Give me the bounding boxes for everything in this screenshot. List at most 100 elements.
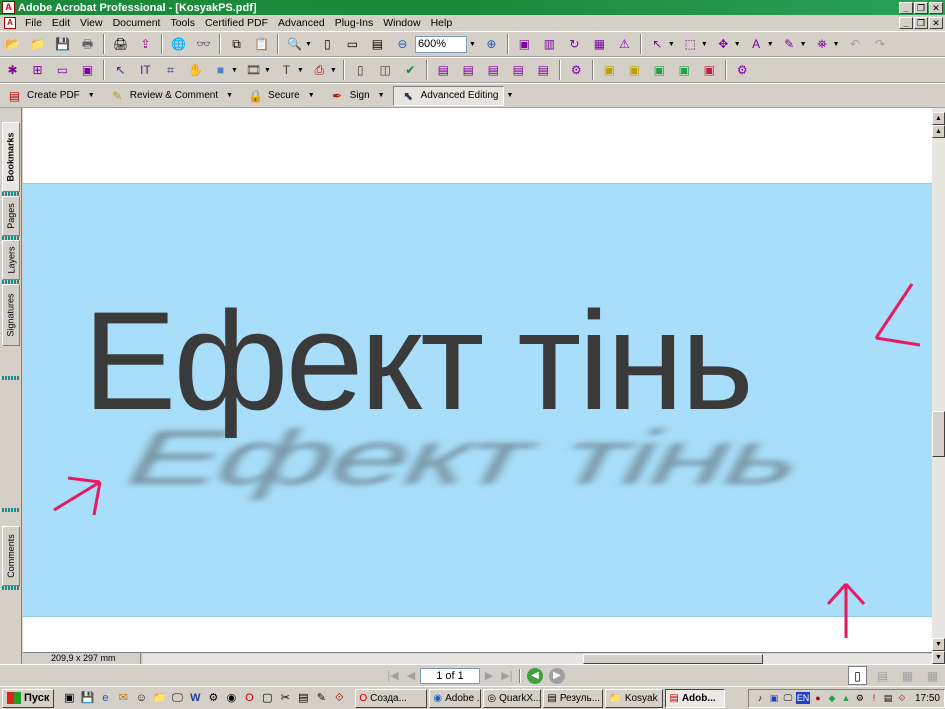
messenger-icon[interactable]: ☺ <box>133 690 149 706</box>
actual-size-icon[interactable]: ▯ <box>318 35 337 54</box>
tray-shield-icon[interactable]: ◆ <box>826 692 838 704</box>
last-page-icon[interactable]: ▶| <box>498 668 516 684</box>
tab-layers[interactable]: Layers <box>2 240 20 280</box>
scroll-down-icon[interactable]: ▼ <box>932 638 945 651</box>
scroll-page-down-icon[interactable]: ▼ <box>932 651 945 664</box>
doc-restore-button[interactable]: ❐ <box>914 17 928 29</box>
restore-button[interactable]: ❐ <box>914 1 928 14</box>
plugin-7-icon[interactable]: ⚙ <box>733 61 752 80</box>
monitor-icon[interactable]: 🖵 <box>169 690 185 706</box>
menu-document[interactable]: Document <box>108 17 166 29</box>
select-arrow-icon[interactable]: ↖ <box>648 35 667 54</box>
chevron-down-icon[interactable]: ▼ <box>297 67 304 74</box>
continuous-icon[interactable]: ▥ <box>540 35 559 54</box>
plugin-3-icon[interactable]: ▣ <box>625 61 644 80</box>
sign-button[interactable]: ✒ Sign ▼ <box>323 86 393 106</box>
open-web-icon[interactable]: 📁 <box>28 35 47 54</box>
fit-page-icon[interactable]: ▭ <box>343 35 362 54</box>
overprint-icon[interactable]: ◫ <box>376 61 395 80</box>
create-pdf-button[interactable]: ▤ Create PDF ▼ <box>0 86 103 106</box>
touchup-text-icon[interactable]: IT <box>136 61 155 80</box>
scroll-page-up-icon[interactable]: ▲ <box>932 125 945 138</box>
tab-bookmarks[interactable]: Bookmarks <box>2 122 20 192</box>
folder-icon[interactable]: 📁 <box>151 690 167 706</box>
chevron-down-icon[interactable]: ▼ <box>767 41 774 48</box>
previous-view-icon[interactable]: ◀ <box>527 667 543 684</box>
tray-alert-icon[interactable]: ! <box>868 692 880 704</box>
pen-tool-icon[interactable]: ✎ <box>780 35 799 54</box>
text-field-icon[interactable]: T <box>277 61 296 80</box>
save-icon[interactable]: 💾 <box>53 35 72 54</box>
app-icon[interactable]: ⚙ <box>205 690 221 706</box>
pencil-icon[interactable]: ✎ <box>313 690 329 706</box>
tray-volume-icon[interactable]: ♪ <box>754 692 766 704</box>
edit-magic-icon[interactable]: ✱ <box>3 61 22 80</box>
page-tool-4-icon[interactable]: ▤ <box>509 61 528 80</box>
desktop-icon[interactable]: ▣ <box>61 690 77 706</box>
nero-icon[interactable]: ◉ <box>223 690 239 706</box>
paste-icon[interactable]: 📋 <box>252 35 271 54</box>
zoom-out-icon[interactable]: ⊖ <box>393 35 412 54</box>
acrobat-quick-icon[interactable]: ⟐ <box>331 690 347 706</box>
task-button-active[interactable]: ▤ Adob... <box>665 688 726 708</box>
document-view[interactable]: Ефект тінь Ефект тінь <box>23 108 932 652</box>
print-production-icon[interactable]: ⎙ <box>310 61 329 80</box>
fit-width-icon[interactable]: ▤ <box>368 35 387 54</box>
crop-icon[interactable]: ▦ <box>590 35 609 54</box>
chevron-down-icon[interactable]: ▼ <box>469 41 476 48</box>
horizontal-scroll-thumb[interactable] <box>583 654 763 664</box>
object-select-icon[interactable]: ↖ <box>111 61 130 80</box>
marquee-icon[interactable]: ⬚ <box>681 35 700 54</box>
ie-icon[interactable]: e <box>97 690 113 706</box>
tray-network-icon[interactable]: ▣ <box>768 692 780 704</box>
menu-certified-pdf[interactable]: Certified PDF <box>200 17 273 29</box>
link-tool-icon[interactable]: ✋ <box>186 61 205 80</box>
page-tool-3-icon[interactable]: ▤ <box>484 61 503 80</box>
chevron-down-icon[interactable]: ▼ <box>330 67 337 74</box>
print-setup-icon[interactable]: 🖨 <box>111 35 130 54</box>
web-search-icon[interactable]: 🌐 <box>169 35 188 54</box>
chevron-down-icon[interactable]: ▼ <box>305 41 312 48</box>
tab-pages[interactable]: Pages <box>2 196 20 236</box>
task-button-1[interactable]: O Созда... <box>355 688 428 708</box>
language-indicator[interactable]: EN <box>795 692 810 704</box>
window-icon[interactable]: ▢ <box>259 690 275 706</box>
task-button-3[interactable]: ◎ QuarkX... <box>483 688 542 708</box>
first-page-icon[interactable]: |◀ <box>384 668 402 684</box>
doc-close-button[interactable]: ✕ <box>929 17 943 29</box>
chevron-down-icon[interactable]: ▼ <box>231 67 238 74</box>
pdf-document-icon[interactable]: A <box>4 17 16 29</box>
vertical-scrollbar[interactable]: ▲ ▲ ▼ ▼ <box>932 108 945 664</box>
warning-icon[interactable]: ⚠ <box>615 35 634 54</box>
menu-window[interactable]: Window <box>378 17 425 29</box>
tray-antivirus-icon[interactable]: ● <box>812 692 824 704</box>
movie-icon[interactable]: 🎞 <box>244 61 263 80</box>
page-tool-2-icon[interactable]: ▤ <box>459 61 478 80</box>
plugin-5-icon[interactable]: ▣ <box>675 61 694 80</box>
page-tool-5-icon[interactable]: ▤ <box>534 61 553 80</box>
close-button[interactable]: ✕ <box>929 1 943 14</box>
plugin-2-icon[interactable]: ▣ <box>600 61 619 80</box>
export-icon[interactable]: ⇪ <box>136 35 155 54</box>
rotate-icon[interactable]: ↻ <box>565 35 584 54</box>
scroll-thumb[interactable] <box>932 411 945 457</box>
review-comment-button[interactable]: ✎ Review & Comment ▼ <box>103 86 241 106</box>
tray-settings-icon[interactable]: ⚙ <box>854 692 866 704</box>
links-icon[interactable]: ⊞ <box>28 61 47 80</box>
task-button-2[interactable]: ◉ Adobe ... <box>429 688 482 708</box>
zoom-in-icon[interactable]: ⊕ <box>482 35 501 54</box>
advanced-editing-button[interactable]: ⬉ Advanced Editing <box>392 85 505 106</box>
task-button-4[interactable]: ▤ Резуль... <box>543 688 604 708</box>
article-icon[interactable]: ▣ <box>78 61 97 80</box>
chevron-down-icon[interactable]: ▼ <box>264 67 271 74</box>
zoom-in-tool-icon[interactable]: 🔍 <box>285 35 304 54</box>
menu-edit[interactable]: Edit <box>47 17 75 29</box>
tray-app-icon[interactable]: ▤ <box>882 692 894 704</box>
page-tool-1-icon[interactable]: ▤ <box>434 61 453 80</box>
tray-update-icon[interactable]: ▲ <box>840 692 852 704</box>
facing-layout-icon[interactable]: ▦ <box>898 666 917 685</box>
redo-icon[interactable]: ↷ <box>871 35 890 54</box>
next-page-icon[interactable]: ▶ <box>480 668 498 684</box>
chevron-down-icon[interactable]: ▼ <box>833 41 840 48</box>
text-tool-icon[interactable]: A <box>747 35 766 54</box>
